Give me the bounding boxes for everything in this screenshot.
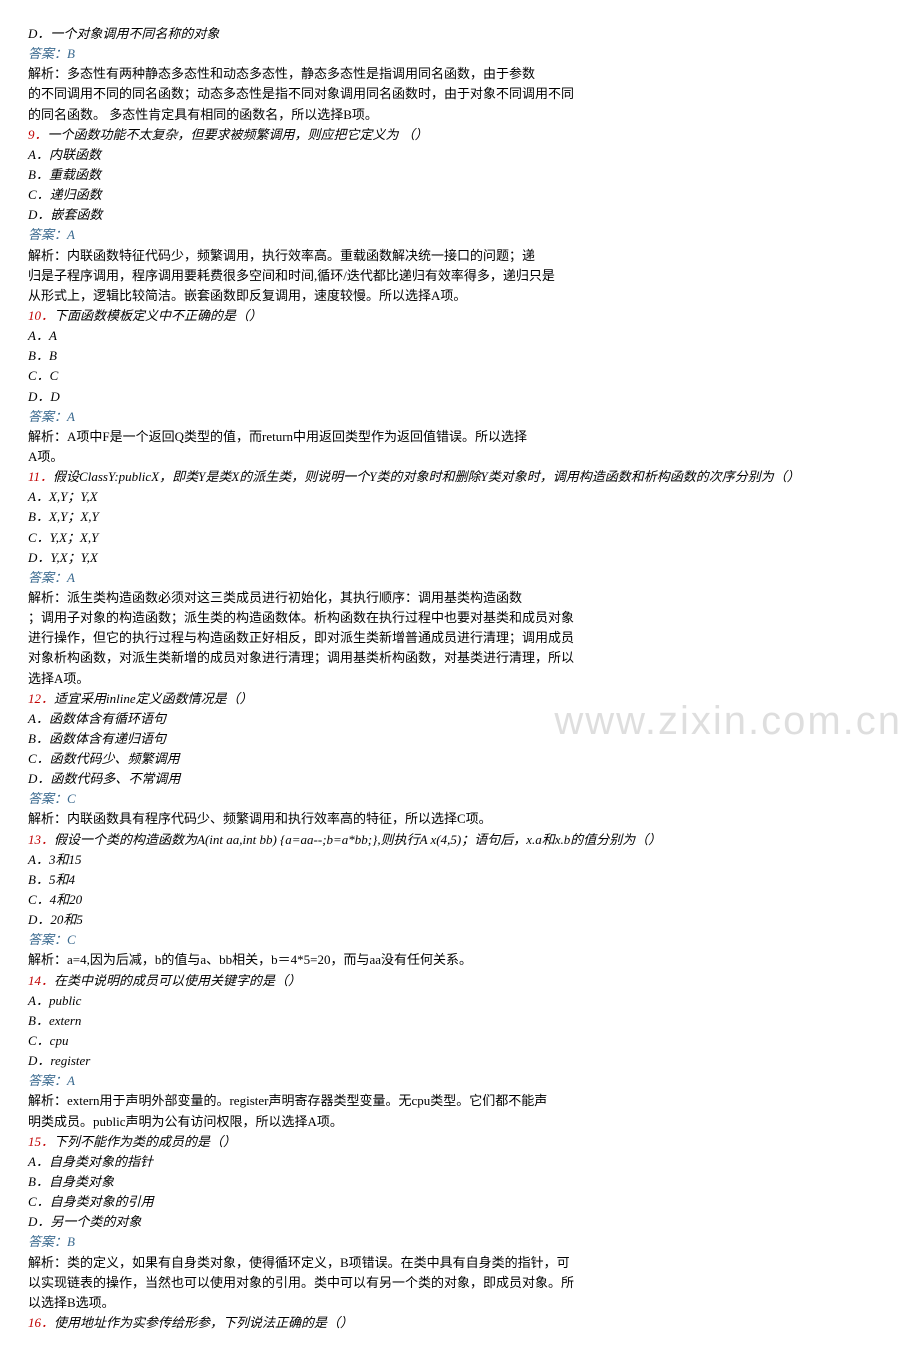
q9-number: 9． [28, 127, 48, 142]
q11-explain-2: ；调用子对象的构造函数；派生类的构造函数体。析构函数在执行过程中也要对基类和成员… [28, 608, 892, 628]
q10-option-b: B．B [28, 346, 892, 366]
q8-answer: 答案：B [28, 44, 892, 64]
q14-explain-2: 明类成员。public声明为公有访问权限，所以选择A项。 [28, 1112, 892, 1132]
q15-option-c: C．自身类对象的引用 [28, 1192, 892, 1212]
q15-stem: 15．下列不能作为类的成员的是（） [28, 1132, 892, 1152]
q13-stem-text: 假设一个类的构造函数为A(int aa,int bb) {a=aa--;b=a*… [54, 832, 661, 847]
q14-stem-text: 在类中说明的成员可以使用关键字的是（） [54, 973, 301, 988]
q9-stem-text: 一个函数功能不太复杂，但要求被频繁调用，则应把它定义为 （） [48, 127, 428, 142]
q10-answer: 答案：A [28, 407, 892, 427]
q8-explain-3: 的同名函数。 多态性肯定具有相同的函数名，所以选择B项。 [28, 105, 892, 125]
q10-explain-2: A项。 [28, 447, 892, 467]
q11-option-a: A．X,Y；Y,X [28, 487, 892, 507]
q12-explain-1: 解析：内联函数具有程序代码少、频繁调用和执行效率高的特征，所以选择C项。 [28, 809, 892, 829]
q10-option-a: A．A [28, 326, 892, 346]
q13-explain-1: 解析：a=4,因为后减，b的值与a、bb相关，b＝4*5=20，而与aa没有任何… [28, 950, 892, 970]
q9-option-b: B．重载函数 [28, 165, 892, 185]
q11-explain-5: 选择A项。 [28, 669, 892, 689]
q12-option-b: B．函数体含有递归语句 [28, 729, 892, 749]
q12-number: 12． [28, 691, 54, 706]
q13-number: 13． [28, 832, 54, 847]
q10-option-d: D．D [28, 387, 892, 407]
q14-option-c: C．cpu [28, 1031, 892, 1051]
q16-stem-text: 使用地址作为实参传给形参，下列说法正确的是（） [54, 1315, 353, 1330]
q15-explain-1: 解析：类的定义，如果有自身类对象，使得循环定义，B项错误。在类中具有自身类的指针… [28, 1253, 892, 1273]
q9-explain-1: 解析：内联函数特征代码少，频繁调用，执行效率高。重载函数解决统一接口的问题；递 [28, 246, 892, 266]
q11-stem-text: 假设ClassY:publicX，即类Y是类X的派生类，则说明一个Y类的对象时和… [53, 469, 800, 484]
q11-answer: 答案：A [28, 568, 892, 588]
q12-stem-text: 适宜采用inline定义函数情况是（） [54, 691, 253, 706]
q13-option-d: D．20和5 [28, 910, 892, 930]
q12-option-c: C．函数代码少、频繁调用 [28, 749, 892, 769]
q8-explain-1: 解析：多态性有两种静态多态性和动态多态性，静态多态性是指调用同名函数，由于参数 [28, 64, 892, 84]
q11-option-d: D．Y,X；Y,X [28, 548, 892, 568]
q9-option-a: A．内联函数 [28, 145, 892, 165]
q13-stem: 13．假设一个类的构造函数为A(int aa,int bb) {a=aa--;b… [28, 830, 892, 850]
q14-answer: 答案：A [28, 1071, 892, 1091]
q10-number: 10． [28, 308, 54, 323]
q15-answer: 答案：B [28, 1232, 892, 1252]
q9-answer: 答案：A [28, 225, 892, 245]
q13-option-a: A．3和15 [28, 850, 892, 870]
q14-number: 14． [28, 973, 54, 988]
q13-option-b: B．5和4 [28, 870, 892, 890]
q14-option-b: B．extern [28, 1011, 892, 1031]
q9-explain-3: 从形式上，逻辑比较简洁。嵌套函数即反复调用，速度较慢。所以选择A项。 [28, 286, 892, 306]
q13-answer: 答案：C [28, 930, 892, 950]
q16-number: 16． [28, 1315, 54, 1330]
q10-option-c: C．C [28, 366, 892, 386]
q11-option-c: C．Y,X；X,Y [28, 528, 892, 548]
q14-option-a: A．public [28, 991, 892, 1011]
q15-stem-text: 下列不能作为类的成员的是（） [54, 1134, 236, 1149]
q12-option-d: D．函数代码多、不常调用 [28, 769, 892, 789]
q9-explain-2: 归是子程序调用，程序调用要耗费很多空间和时间,循环/迭代都比递归有效率得多，递归… [28, 266, 892, 286]
q14-option-d: D．register [28, 1051, 892, 1071]
q12-answer: 答案：C [28, 789, 892, 809]
q15-option-d: D．另一个类的对象 [28, 1212, 892, 1232]
q10-stem-text: 下面函数模板定义中不正确的是（） [54, 308, 262, 323]
q11-explain-1: 解析：派生类构造函数必须对这三类成员进行初始化，其执行顺序：调用基类构造函数 [28, 588, 892, 608]
q10-stem: 10．下面函数模板定义中不正确的是（） [28, 306, 892, 326]
q16-stem: 16．使用地址作为实参传给形参，下列说法正确的是（） [28, 1313, 892, 1333]
q12-option-a: A．函数体含有循环语句 [28, 709, 892, 729]
q8-explain-2: 的不同调用不同的同名函数；动态多态性是指不同对象调用同名函数时，由于对象不同调用… [28, 84, 892, 104]
q8-option-d: D．一个对象调用不同名称的对象 [28, 24, 892, 44]
q9-option-c: C．递归函数 [28, 185, 892, 205]
q15-number: 15． [28, 1134, 54, 1149]
q11-number: 11． [28, 469, 53, 484]
q9-stem: 9．一个函数功能不太复杂，但要求被频繁调用，则应把它定义为 （） [28, 125, 892, 145]
q15-option-b: B．自身类对象 [28, 1172, 892, 1192]
q15-option-a: A．自身类对象的指针 [28, 1152, 892, 1172]
q11-stem: 11．假设ClassY:publicX，即类Y是类X的派生类，则说明一个Y类的对… [28, 467, 892, 487]
q13-option-c: C．4和20 [28, 890, 892, 910]
q14-stem: 14．在类中说明的成员可以使用关键字的是（） [28, 971, 892, 991]
q15-explain-3: 以选择B选项。 [28, 1293, 892, 1313]
q10-explain-1: 解析：A项中F是一个返回Q类型的值，而return中用返回类型作为返回值错误。所… [28, 427, 892, 447]
q9-option-d: D．嵌套函数 [28, 205, 892, 225]
q12-stem: 12．适宜采用inline定义函数情况是（） [28, 689, 892, 709]
q11-explain-3: 进行操作，但它的执行过程与构造函数正好相反，即对派生类新增普通成员进行清理；调用… [28, 628, 892, 648]
q15-explain-2: 以实现链表的操作，当然也可以使用对象的引用。类中可以有另一个类的对象，即成员对象… [28, 1273, 892, 1293]
q14-explain-1: 解析：extern用于声明外部变量的。register声明寄存器类型变量。无cp… [28, 1091, 892, 1111]
q11-option-b: B．X,Y；X,Y [28, 507, 892, 527]
q11-explain-4: 对象析构函数，对派生类新增的成员对象进行清理；调用基类析构函数，对基类进行清理，… [28, 648, 892, 668]
